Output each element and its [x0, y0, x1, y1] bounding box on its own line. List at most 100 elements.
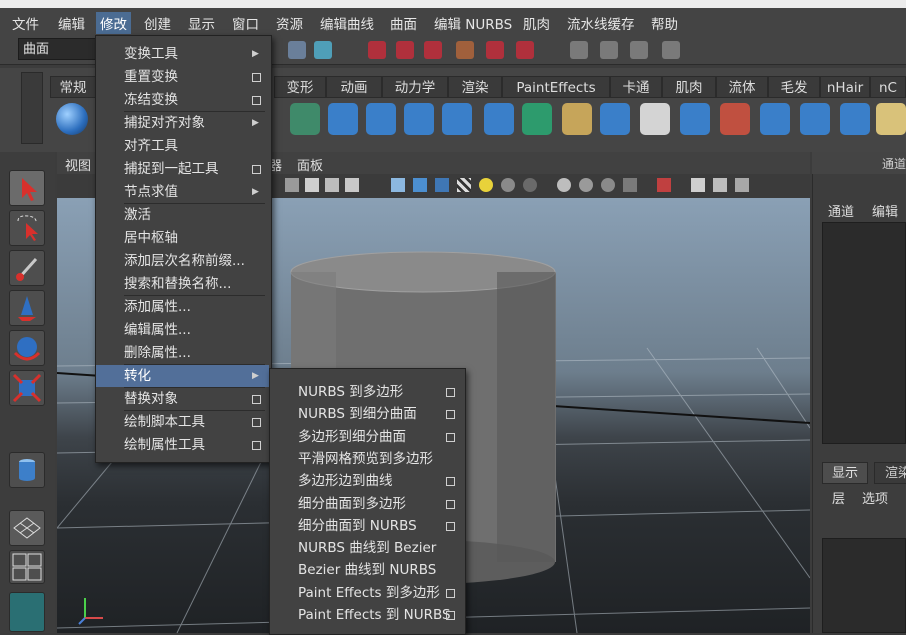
option-box-icon[interactable] [252, 96, 261, 105]
convert-menu-item-6[interactable]: 细分曲面到 NURBS [270, 515, 463, 537]
detach-icon[interactable] [800, 103, 830, 135]
option-box-icon[interactable] [252, 418, 261, 427]
fillet-icon[interactable] [876, 103, 906, 135]
layer-menu-layers[interactable]: 层 [832, 488, 845, 507]
option-box-icon[interactable] [252, 73, 261, 82]
option-box-icon[interactable] [446, 388, 455, 397]
scale-tool[interactable] [9, 370, 45, 406]
xray-joints-icon[interactable] [579, 178, 593, 192]
menu-set-dropdown[interactable]: 曲面 [18, 38, 96, 60]
select-object-icon[interactable] [314, 41, 332, 59]
modify-menu-item-14[interactable]: 转化 ▶ [96, 365, 269, 387]
shadows-icon[interactable] [523, 178, 537, 192]
share-icon[interactable] [735, 178, 749, 192]
menu-modify[interactable]: 修改 [96, 12, 131, 34]
cube-wire-icon[interactable] [391, 178, 405, 192]
render-frame-icon[interactable] [600, 41, 618, 59]
rebuild-icon[interactable] [840, 103, 870, 135]
untrim-icon[interactable] [720, 103, 750, 135]
shelf-tab-muscle[interactable]: 肌肉 [662, 76, 716, 98]
menu-file[interactable]: 文件 [8, 12, 43, 34]
option-box-icon[interactable] [252, 395, 261, 404]
modify-menu-item-8[interactable]: 居中枢轴 [96, 227, 269, 249]
modify-menu-item-15[interactable]: 替换对象 [96, 388, 269, 410]
layout-single-pane[interactable] [9, 510, 45, 546]
menu-window[interactable]: 窗口 [228, 12, 263, 34]
modify-menu-item-4[interactable]: 对齐工具 [96, 135, 269, 157]
render-settings-icon[interactable] [662, 41, 680, 59]
shelf-tab-rendering[interactable]: 渲染 [448, 76, 502, 98]
shelf-tab-general[interactable]: 常规 [50, 76, 96, 98]
convert-menu-item-5[interactable]: 细分曲面到多边形 [270, 493, 463, 515]
menu-edit-curves[interactable]: 编辑曲线 [316, 12, 378, 34]
snap-grid-icon[interactable] [368, 41, 386, 59]
make-live-icon[interactable] [486, 41, 504, 59]
menu-edit-nurbs[interactable]: 编辑 NURBS [430, 12, 516, 34]
option-box-icon[interactable] [446, 588, 455, 598]
checker-icon[interactable] [457, 178, 471, 192]
option-box-icon[interactable] [446, 611, 455, 620]
menu-pipeline-cache[interactable]: 流水线缓存 [563, 12, 639, 34]
wireframe-icon[interactable] [285, 178, 299, 192]
convert-menu-item-0[interactable]: NURBS 到多边形 [270, 381, 463, 403]
tab-render-layers[interactable]: 渲染 [874, 462, 906, 484]
extrude-icon[interactable] [404, 103, 434, 135]
frame-all-icon[interactable] [691, 178, 705, 192]
modify-menu-item-11[interactable]: 添加属性... [96, 296, 269, 318]
textured-icon[interactable] [325, 178, 339, 192]
render-view-icon[interactable] [570, 41, 588, 59]
snap-curve-icon[interactable] [396, 41, 414, 59]
menu-assets[interactable]: 资源 [272, 12, 307, 34]
convert-menu-item-3[interactable]: 平滑网格预览到多边形 [270, 448, 463, 470]
modify-menu-item-9[interactable]: 添加层次名称前缀... [96, 250, 269, 272]
shelf-tab-deform[interactable]: 变形 [274, 76, 326, 98]
snap-point-icon[interactable] [424, 41, 442, 59]
ipr-render-icon[interactable] [630, 41, 648, 59]
convert-menu-item-9[interactable]: Paint Effects 到多边形 [270, 582, 463, 604]
convert-menu-item-2[interactable]: 多边形到细分曲面 [270, 426, 463, 448]
frame-selected-icon[interactable] [713, 178, 727, 192]
option-box-icon[interactable] [252, 441, 261, 450]
hud-icon[interactable] [623, 178, 637, 192]
viewport-menu-panels[interactable]: 面板 [297, 155, 323, 174]
paint-select-tool[interactable] [9, 250, 45, 286]
convert-menu-item-8[interactable]: Bezier 曲线到 NURBS [270, 559, 463, 581]
option-box-icon[interactable] [446, 521, 455, 531]
shelf-tab-toon[interactable]: 卡通 [610, 76, 662, 98]
last-used-tool[interactable] [9, 452, 45, 488]
shelf-tab-painteffects[interactable]: PaintEffects [502, 76, 610, 98]
planar-icon[interactable] [366, 103, 396, 135]
nurbs-sphere-icon[interactable] [56, 103, 88, 135]
shelf-tab-ncloth[interactable]: nC [870, 76, 906, 98]
convert-menu-item-10[interactable]: Paint Effects 到 NURBS [270, 604, 463, 626]
shelf-tab-animation[interactable]: 动画 [326, 76, 382, 98]
select-camera-icon[interactable] [657, 178, 671, 192]
attach-icon[interactable] [760, 103, 790, 135]
shelf-tab-dynamics[interactable]: 动力学 [382, 76, 448, 98]
modify-menu-item-1[interactable]: 重置变换 [96, 66, 269, 88]
shelf-tab-nhair[interactable]: nHair [820, 76, 870, 98]
option-box-icon[interactable] [446, 499, 455, 509]
layer-list[interactable] [822, 538, 906, 633]
modify-menu-item-7[interactable]: 激活 [96, 204, 269, 226]
menu-muscle[interactable]: 肌肉 [519, 12, 554, 34]
cube-textured-icon[interactable] [435, 178, 449, 192]
select-hierarchy-icon[interactable] [288, 41, 306, 59]
move-tool[interactable] [9, 290, 45, 326]
option-box-icon[interactable] [446, 410, 455, 420]
trim-icon[interactable] [680, 103, 710, 135]
lights-icon[interactable] [345, 178, 359, 192]
modify-menu-item-17[interactable]: 绘制属性工具 [96, 434, 269, 456]
square-surface-icon[interactable] [522, 103, 552, 135]
option-box-icon[interactable] [252, 165, 261, 174]
convert-menu-item-1[interactable]: NURBS 到细分曲面 [270, 403, 463, 425]
loft-icon[interactable] [328, 103, 358, 135]
menu-create[interactable]: 创建 [140, 12, 175, 34]
all-lights-icon[interactable] [501, 178, 515, 192]
menu-help[interactable]: 帮助 [647, 12, 682, 34]
modify-menu-item-0[interactable]: 变换工具 ▶ [96, 43, 269, 65]
magnet-icon[interactable] [516, 41, 534, 59]
rotate-tool[interactable] [9, 330, 45, 366]
modify-menu-item-3[interactable]: 捕捉对齐对象 ▶ [96, 112, 269, 134]
shelf-tab-fluids[interactable]: 流体 [716, 76, 768, 98]
